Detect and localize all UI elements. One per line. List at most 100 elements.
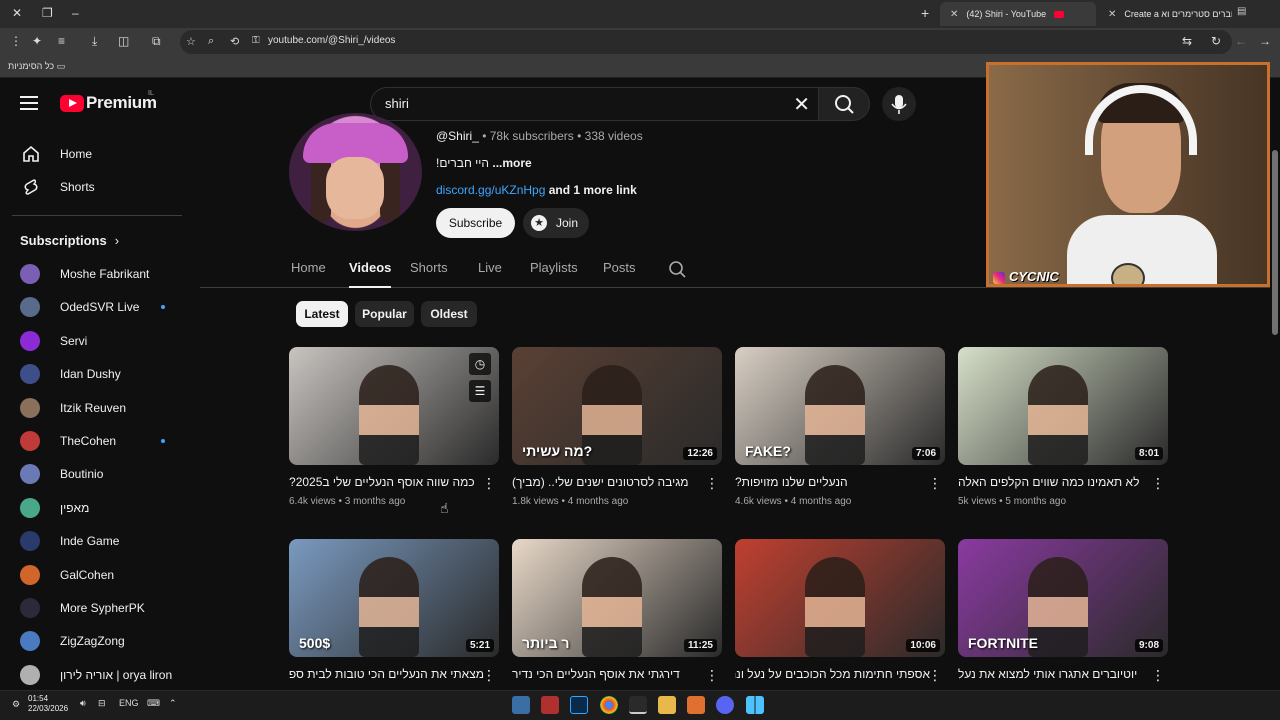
close-tab-icon[interactable]: ✕ [950,9,958,20]
notepad-app-icon[interactable] [512,696,530,714]
search-button[interactable] [818,87,870,121]
zoom-icon[interactable]: ⌕ [208,35,214,48]
video-title[interactable]: לא תאמינו כמה שווים הקלפים האלה [958,475,1153,489]
tab-shorts[interactable]: Shorts [410,260,448,275]
subscribe-button[interactable]: Subscribe [436,208,515,238]
network-icon[interactable]: ⊟ [98,698,106,709]
tab-videos[interactable]: Videos [349,260,392,288]
sidebar-item-home[interactable]: Home [0,138,190,172]
download-icon[interactable]: ⤓ [92,34,97,49]
subscription-item[interactable]: OdedSVR Live [0,291,190,323]
subscription-item[interactable]: More SypherPK [0,592,190,624]
video-thumbnail[interactable]: מה עשיתי? 12:26 [512,347,722,465]
youtube-premium-logo[interactable]: Premium IL [60,90,157,114]
add-to-queue-icon[interactable]: ☰ [469,380,491,402]
video-card[interactable]: 500$ 5:21 מצאתי את הנעליים הכי טובות לבית … [289,539,499,709]
video-card[interactable]: מה עשיתי? 12:26 מגיבה לסרטונים ישנים שלי..… [512,347,722,517]
channel-description[interactable]: !היי חברים ...more [436,156,532,170]
forward-icon[interactable]: ← [1235,34,1247,48]
more-link[interactable]: ...more [492,156,531,170]
video-title[interactable]: הנעליים שלנו מזויפות? [735,475,930,489]
video-thumbnail[interactable]: FAKE? 7:06 [735,347,945,465]
subscription-item[interactable]: Itzik Reuven [0,392,190,424]
video-thumbnail[interactable]: ר ביותר 11:25 [512,539,722,657]
collections-icon[interactable]: ◫ [118,34,129,48]
keyboard-icon[interactable]: ⌨ [147,698,160,709]
tracking-icon[interactable]: ⇆ [1182,34,1192,48]
minimize-window-icon[interactable]: – [72,6,79,20]
more-actions-icon[interactable]: ⋮ [482,475,496,492]
reload-icon[interactable]: ↻ [1211,34,1221,48]
watch-later-icon[interactable]: ◷ [469,353,491,375]
more-actions-icon[interactable]: ⋮ [705,667,719,684]
subscription-item[interactable]: Servi [0,325,190,357]
tab-posts[interactable]: Posts [603,260,636,275]
subscription-item[interactable]: מאפין [0,492,190,524]
subscription-item[interactable]: אוריה לירון | orya liron [0,659,190,691]
address-bar[interactable]: ☆ ⌕ ⟲ ⚿ youtube.com/@Shiri_/videos [180,30,1232,54]
discord-app-icon[interactable] [716,696,734,714]
more-actions-icon[interactable]: ⋮ [1151,667,1165,684]
subscription-item[interactable]: GalCohen [0,559,190,591]
chrome-app-icon[interactable] [600,696,618,714]
tab-home[interactable]: Home [291,260,326,275]
volume-icon[interactable]: 🔊︎ [80,698,86,709]
new-tab-button[interactable]: + [921,5,929,21]
video-card[interactable]: FORTNITE 9:08 יוטיוברים אתגרו אותי למצוא א… [958,539,1168,709]
back-icon[interactable]: → [1259,34,1271,48]
bookmark-star-icon[interactable]: ☆ [186,35,196,48]
chip-popular[interactable]: Popular [355,301,414,327]
chip-oldest[interactable]: Oldest [421,301,477,327]
channel-search-icon[interactable] [668,260,686,278]
video-thumbnail[interactable]: 8:01 [958,347,1168,465]
more-actions-icon[interactable]: ⋮ [1151,475,1165,492]
subscription-item[interactable]: Moshe Fabrikant [0,258,190,290]
tab-playlists[interactable]: Playlists [530,260,578,275]
system-clock[interactable]: 01:54 22/03/2026 [28,694,68,714]
close-tab-icon[interactable]: ✕ [1108,9,1116,20]
video-card[interactable]: 8:01 לא תאמינו כמה שווים הקלפים האלה ⋮ 5k v… [958,347,1168,517]
video-thumbnail[interactable]: 500$ 5:21 [289,539,499,657]
video-card[interactable]: ר ביותר 11:25 דירגתי את אוסף הנעליים הכי נ… [512,539,722,709]
language-indicator[interactable]: ENG [119,698,139,708]
close-window-icon[interactable]: ✕ [12,6,22,20]
tab-live[interactable]: Live [478,260,502,275]
subscription-item[interactable]: Inde Game [0,525,190,557]
page-scrollbar[interactable] [1270,80,1280,690]
subscriptions-header[interactable]: Subscriptions › [20,233,119,248]
hamburger-menu-icon[interactable] [20,96,38,110]
more-actions-icon[interactable]: ⋮ [928,667,942,684]
video-thumbnail[interactable]: 10:06 [735,539,945,657]
more-links[interactable]: and 1 more link [545,183,637,197]
subscription-item[interactable]: ZigZagZong [0,625,190,657]
video-title[interactable]: כמה שווה אוסף הנעליים שלי ב2025? [289,475,484,489]
more-actions-icon[interactable]: ⋮ [705,475,719,492]
tab-youtube[interactable]: ✕ (42) Shiri - YouTube [940,2,1096,26]
scrollbar-thumb[interactable] [1272,150,1278,335]
clear-search-icon[interactable]: ✕ [793,92,810,117]
video-thumbnail[interactable]: FORTNITE 9:08 [958,539,1168,657]
reading-list-icon[interactable]: ≡ [58,34,65,48]
extension-icon[interactable]: ✦ [32,34,42,48]
chip-latest[interactable]: Latest [296,301,348,327]
url-text[interactable]: youtube.com/@Shiri_/videos [268,35,395,46]
file-explorer-app-icon[interactable] [658,696,676,714]
windows-start-icon[interactable] [746,696,764,714]
voice-search-button[interactable] [882,87,916,121]
chevron-up-icon[interactable]: ⌃ [169,698,177,709]
all-bookmarks[interactable]: כל הסימניות ▭ [8,61,65,72]
video-thumbnail[interactable]: ◷ ☰ [289,347,499,465]
menu-dots-icon[interactable]: ⋮ [10,34,22,48]
photoshop-app-icon[interactable] [570,696,588,714]
subscription-item[interactable]: TheCohen [0,425,190,457]
more-actions-icon[interactable]: ⋮ [928,475,942,492]
video-card[interactable]: 10:06 אספתי חתימות מכל הכוכבים על נעל ונת… [735,539,945,709]
orange-app-icon[interactable] [687,696,705,714]
more-actions-icon[interactable]: ⋮ [482,667,496,684]
discord-link[interactable]: discord.gg/uKZnHpg [436,183,545,197]
join-button[interactable]: ★ Join [523,208,589,238]
video-card[interactable]: FAKE? 7:06 הנעליים שלנו מזויפות? ⋮ 4.6k view… [735,347,945,517]
sidebar-item-shorts[interactable]: Shorts [0,171,190,205]
video-card[interactable]: ◷ ☰ כמה שווה אוסף הנעליים שלי ב2025? ⋮ 6.4k … [289,347,499,517]
video-title[interactable]: מצאתי את הנעליים הכי טובות לבית ספר [289,667,484,681]
